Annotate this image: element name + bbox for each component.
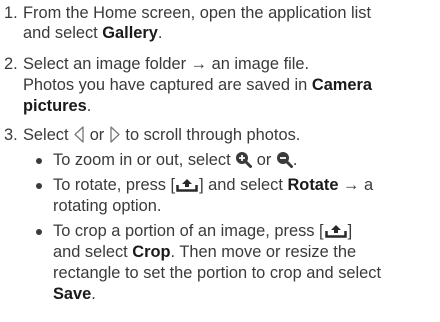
bullet-dot [36,158,42,164]
option-save: Save [53,285,92,303]
step-number: 1. [4,4,18,22]
step-text: Photos you have captured are saved in [23,76,312,94]
step-text: Select [23,126,69,144]
bullet-text-line: rectangle to set the portion to crop and… [53,264,435,283]
punctuation: . [157,24,163,42]
step-text-line: and select Gallery. [23,24,433,43]
zoom-out-icon [276,151,293,173]
step-number: 2. [4,55,18,73]
app-name-gallery: Gallery [102,24,158,42]
bullet-text: ] [347,222,353,240]
punctuation: . [86,97,92,115]
folder-name-pictures: pictures [23,97,87,115]
bullet-text-line: and select Crop. Then move or resize the [53,243,435,262]
step-text-line: Select an image folder → an image file. [23,55,433,74]
bullet-text: rectangle to set the portion to crop and… [53,264,382,282]
step-text-line: Select or to scroll through photos. [23,126,433,148]
step-text: to scroll through photos. [125,126,301,144]
bullet-text: and select [53,243,133,261]
bullet-dot [36,229,42,235]
menu-key-icon [324,224,347,243]
step-text: or [89,126,105,144]
step-text-line: From the Home screen, open the applicati… [23,4,433,23]
bullet-text-line: rotating option. [53,197,435,216]
bullet-text-line: To zoom in or out, select or . [53,151,435,173]
option-rotate: Rotate [287,176,339,194]
bullet-text: To zoom in or out, select [53,151,231,169]
bullet-text: → a [338,176,374,194]
arrow-left-icon [73,126,85,148]
bullet-text: To rotate, press [ [53,176,176,194]
option-crop: Crop [132,243,171,261]
bullet-text: or [256,151,272,169]
arrow-right-icon [109,126,121,148]
step-text: and select [23,24,103,42]
bullet-text: To crop a portion of an image, press [ [53,222,324,240]
instruction-document: 1. From the Home screen, open the applic… [0,0,440,322]
zoom-in-icon [235,151,253,173]
folder-name-camera: Camera [311,76,372,94]
punctuation: . [292,151,298,169]
punctuation: . [91,285,96,303]
step-number: 3. [4,126,18,144]
bullet-dot [36,183,42,189]
bullet-text-line: To crop a portion of an image, press [ ] [53,222,435,243]
bullet-text: ] and select [199,176,288,194]
bullet-text-line: To rotate, press [ ] and select Rotate →… [53,176,435,197]
step-text: Select an image folder → an image file. [23,55,310,73]
menu-key-icon [176,178,198,197]
bullet-text: . Then move or resize the [170,243,357,261]
step-text: From the Home screen, open the applicati… [23,4,372,22]
bullet-text: rotating option. [53,197,162,215]
step-text-line: Photos you have captured are saved in Ca… [23,76,433,95]
step-text-line: pictures. [23,97,433,116]
bullet-text-line: Save. [53,285,435,304]
